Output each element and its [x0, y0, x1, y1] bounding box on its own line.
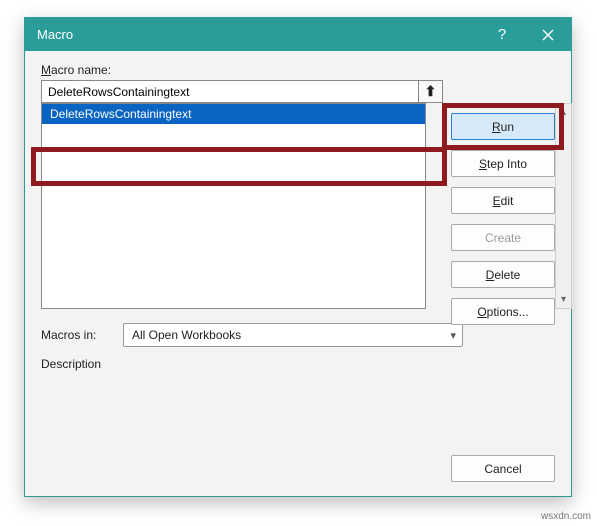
cancel-button[interactable]: Cancel: [451, 455, 555, 482]
help-icon: ?: [498, 26, 506, 43]
run-button[interactable]: Run: [451, 113, 555, 140]
description-box: [41, 374, 463, 420]
side-buttons: Run Step Into Edit Create Delete Options…: [451, 113, 555, 325]
help-button[interactable]: ?: [479, 18, 525, 51]
macros-in-value: All Open Workbooks: [132, 328, 241, 342]
watermark: wsxdn.com: [541, 511, 591, 522]
macros-in-select[interactable]: All Open Workbooks ▾: [123, 323, 463, 347]
macro-dialog: Macro ? Macro name: ⬆ DeleteRowsContaini…: [24, 17, 572, 497]
macros-in-label: Macros in:: [41, 328, 123, 342]
macro-name-row: ⬆: [41, 80, 443, 103]
footer: Cancel: [451, 455, 555, 482]
goto-button[interactable]: ⬆: [419, 80, 443, 103]
edit-button[interactable]: Edit: [451, 187, 555, 214]
macros-in-row: Macros in: All Open Workbooks ▾: [41, 323, 555, 347]
list-item[interactable]: DeleteRowsContainingtext: [42, 104, 425, 124]
macro-name-label: Macro name:: [41, 63, 555, 77]
close-button[interactable]: [525, 18, 571, 51]
macro-listbox[interactable]: DeleteRowsContainingtext: [41, 103, 426, 309]
delete-button[interactable]: Delete: [451, 261, 555, 288]
scroll-down-icon[interactable]: ▾: [556, 291, 571, 308]
app-backdrop: Macro ? Macro name: ⬆ DeleteRowsContaini…: [0, 0, 597, 526]
list-scrollbar[interactable]: ▴ ▾: [555, 103, 572, 309]
description-label: Description: [41, 357, 555, 371]
macro-name-input[interactable]: [41, 80, 419, 103]
window-title: Macro: [37, 27, 479, 42]
titlebar: Macro ?: [25, 18, 571, 51]
chevron-down-icon: ▾: [450, 329, 456, 342]
options-button[interactable]: Options...: [451, 298, 555, 325]
create-button: Create: [451, 224, 555, 251]
step-into-button[interactable]: Step Into: [451, 150, 555, 177]
goto-arrow-icon: ⬆: [425, 83, 437, 100]
dialog-content: Macro name: ⬆ DeleteRowsContainingtext ▴…: [25, 51, 571, 496]
scroll-up-icon[interactable]: ▴: [556, 104, 571, 121]
close-icon: [542, 29, 554, 41]
